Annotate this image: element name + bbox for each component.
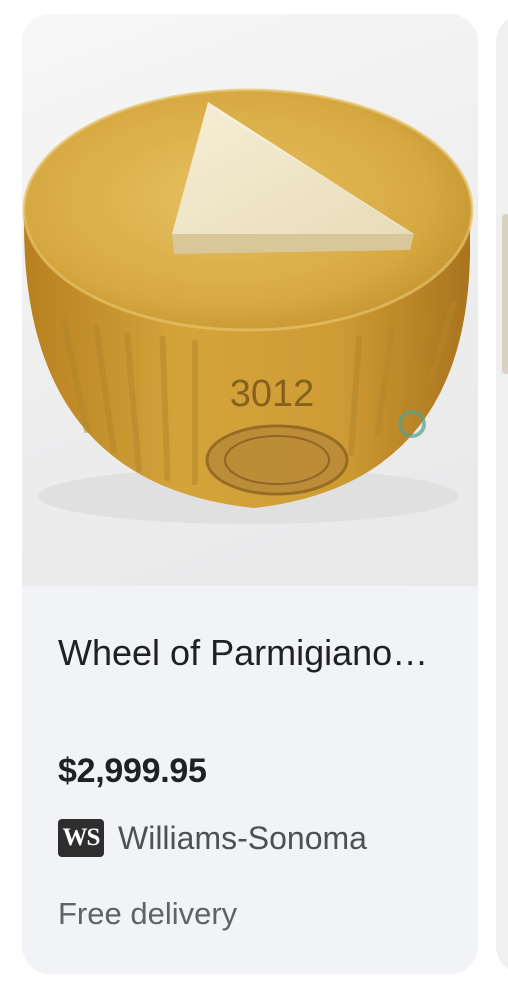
product-info: Wheel of Parmigiano… $2,999.95 WS Willia… [22,586,478,974]
wheel-number: 3012 [230,373,315,415]
next-product-card-edge[interactable] [496,14,508,974]
parmigiano-wheel-illustration: 3012 [22,88,474,524]
merchant-name: Williams-Sonoma [118,819,367,856]
product-title[interactable]: Wheel of Parmigiano… [58,628,438,678]
delivery-info: Free delivery [58,896,238,931]
merchant[interactable]: WS Williams-Sonoma [58,818,367,858]
product-price: $2,999.95 [58,752,207,790]
next-card-image-fragment [502,214,508,374]
product-card[interactable]: 3012 Wheel of Parmigiano… $2,999.95 WS W… [22,14,478,974]
merchant-logo: WS [58,819,104,857]
product-image[interactable]: 3012 [22,14,478,586]
